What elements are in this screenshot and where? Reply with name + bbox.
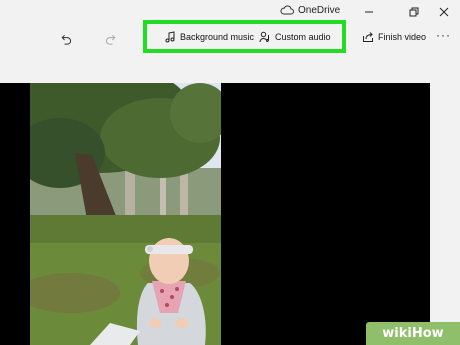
redo-icon: [105, 34, 115, 45]
undo-icon: [61, 34, 71, 45]
close-button[interactable]: [433, 3, 455, 21]
background-music-button[interactable]: Background music: [164, 31, 254, 43]
music-note-icon: [165, 31, 175, 43]
window-title: OneDrive: [298, 5, 341, 16]
finish-video-label: Finish video: [378, 32, 427, 42]
wikihow-watermark: wikiHow: [366, 322, 460, 345]
watermark-text: wikiHow: [382, 326, 444, 341]
video-preview[interactable]: [0, 83, 430, 345]
restore-icon: [409, 7, 419, 17]
custom-audio-icon: [259, 31, 270, 43]
finish-video-button[interactable]: Finish video: [362, 31, 426, 43]
cloud-icon: [280, 5, 294, 15]
more-options-button[interactable]: ···: [436, 28, 451, 42]
background-music-label: Background music: [180, 32, 255, 42]
custom-audio-button[interactable]: Custom audio: [259, 31, 331, 43]
undo-button[interactable]: [56, 30, 74, 48]
redo-button[interactable]: [102, 30, 120, 48]
photo-preview: [30, 83, 221, 345]
restore-button[interactable]: [403, 3, 425, 21]
minimize-button[interactable]: [358, 3, 380, 21]
custom-audio-label: Custom audio: [275, 32, 331, 42]
share-icon: [363, 32, 373, 42]
close-icon: [439, 7, 449, 17]
minimize-icon: [365, 11, 373, 13]
